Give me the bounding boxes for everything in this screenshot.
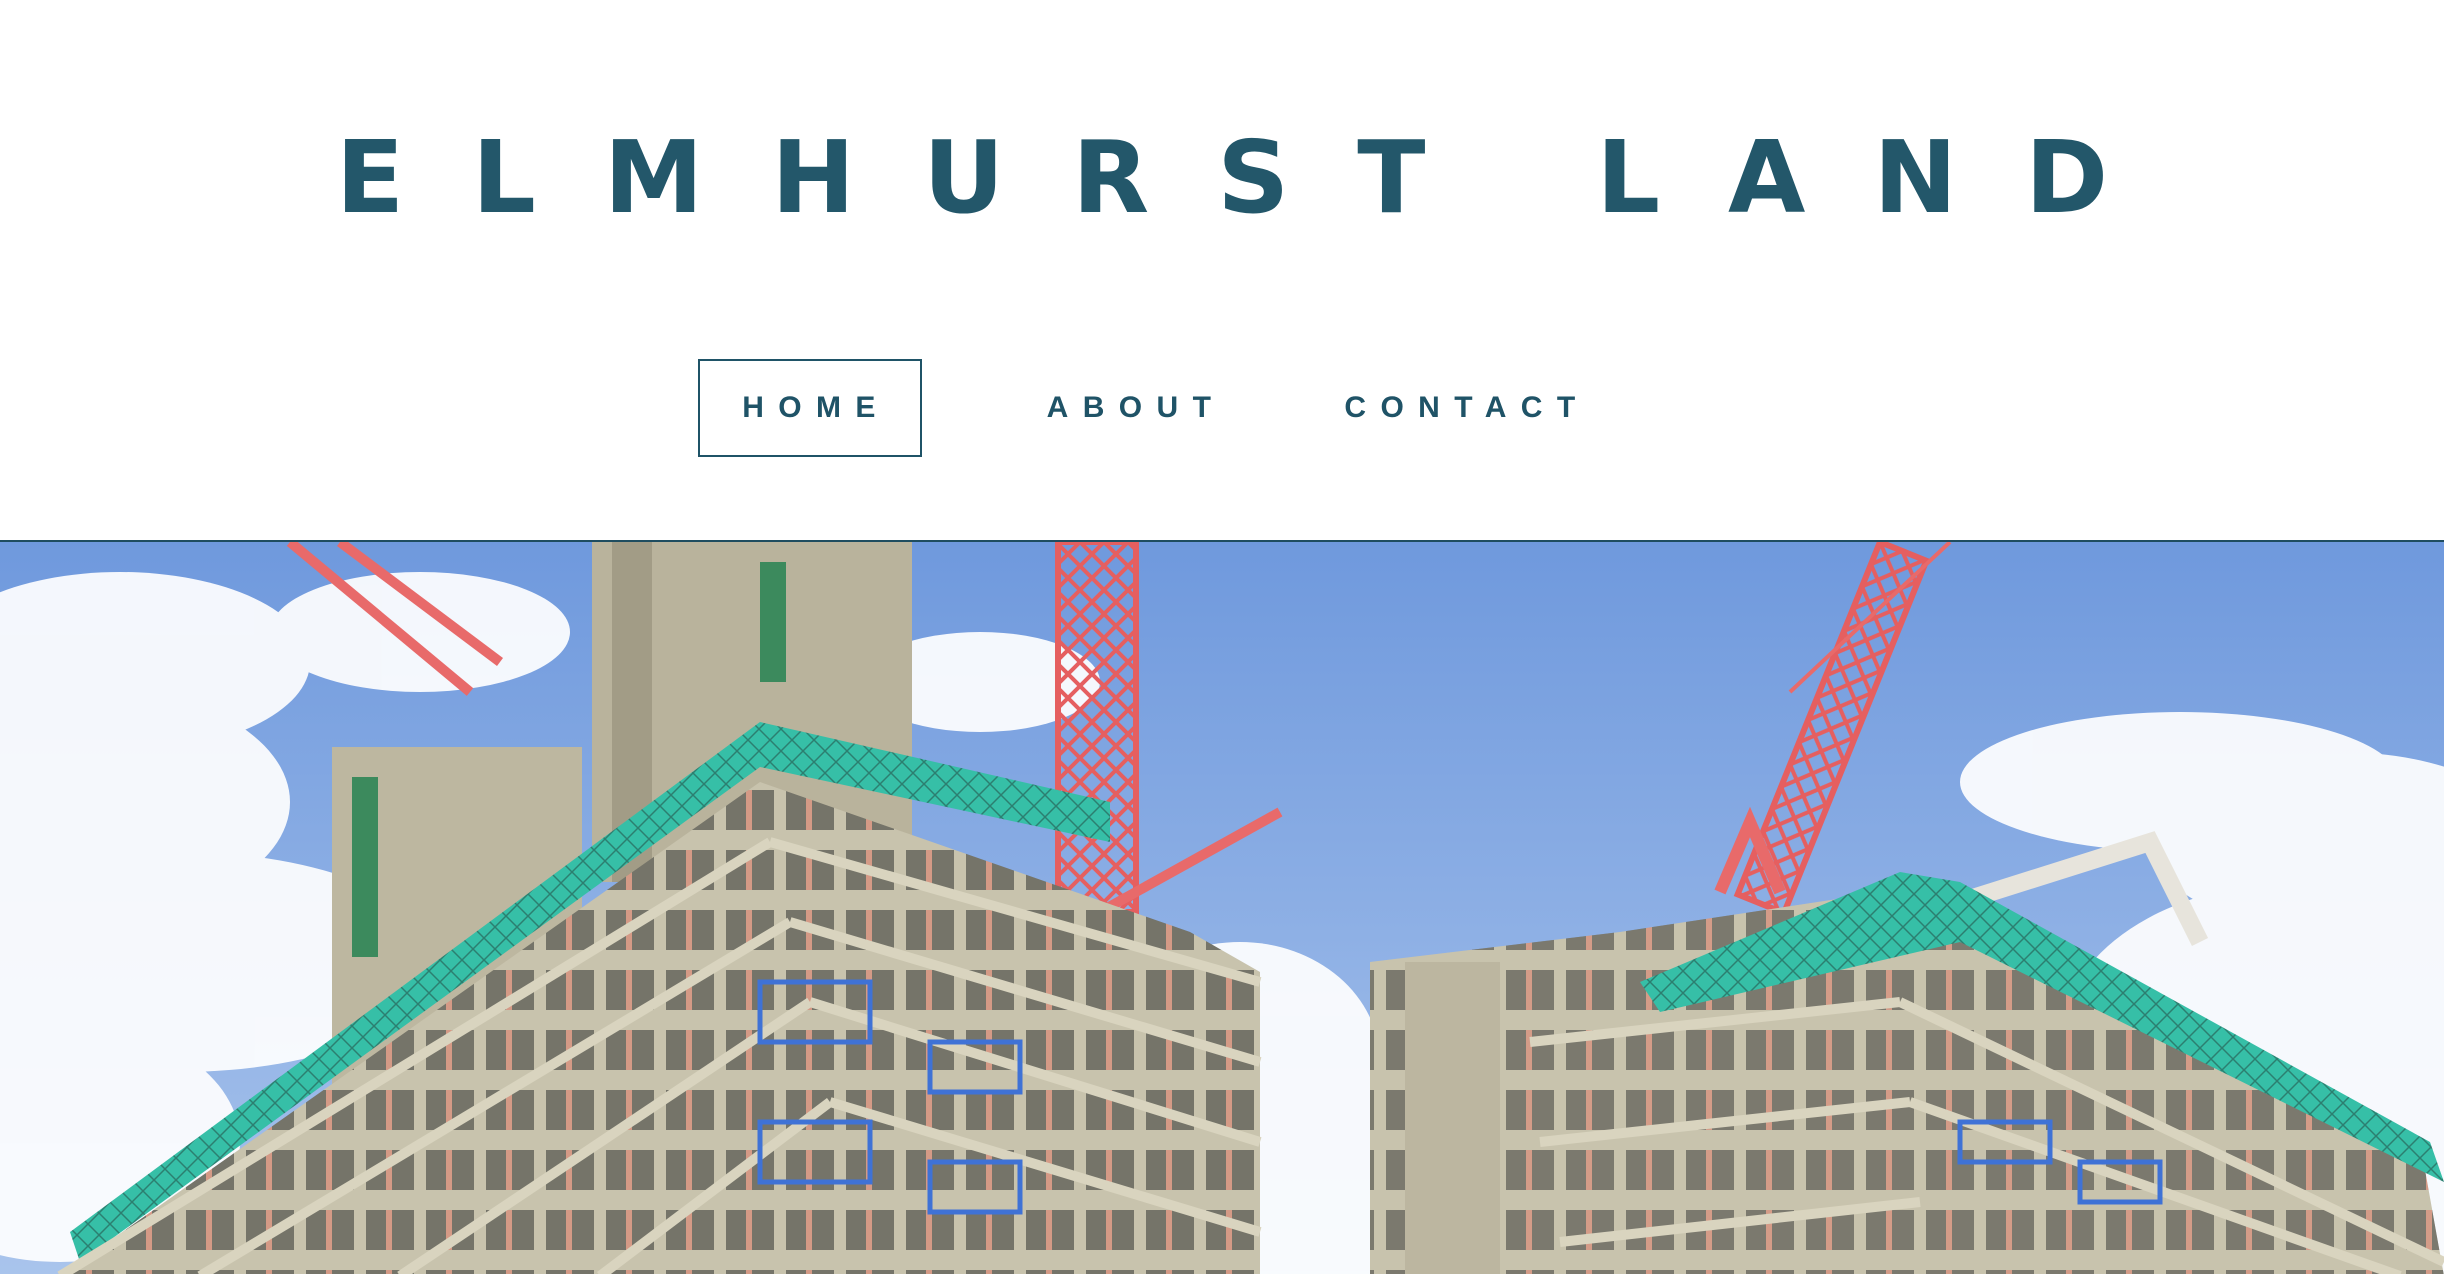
main-nav: HOME ABOUT CONTACT [698, 357, 1604, 459]
construction-site-illustration [0, 542, 2444, 1274]
nav-item-contact[interactable]: CONTACT [1330, 359, 1604, 457]
nav-item-about[interactable]: ABOUT [1014, 359, 1258, 457]
nav-item-home[interactable]: HOME [698, 359, 922, 457]
site-title[interactable]: ELMHURST LAND [0, 118, 2444, 238]
hero-image [0, 540, 2444, 1274]
site-header: ELMHURST LAND HOME ABOUT CONTACT [0, 0, 2444, 540]
